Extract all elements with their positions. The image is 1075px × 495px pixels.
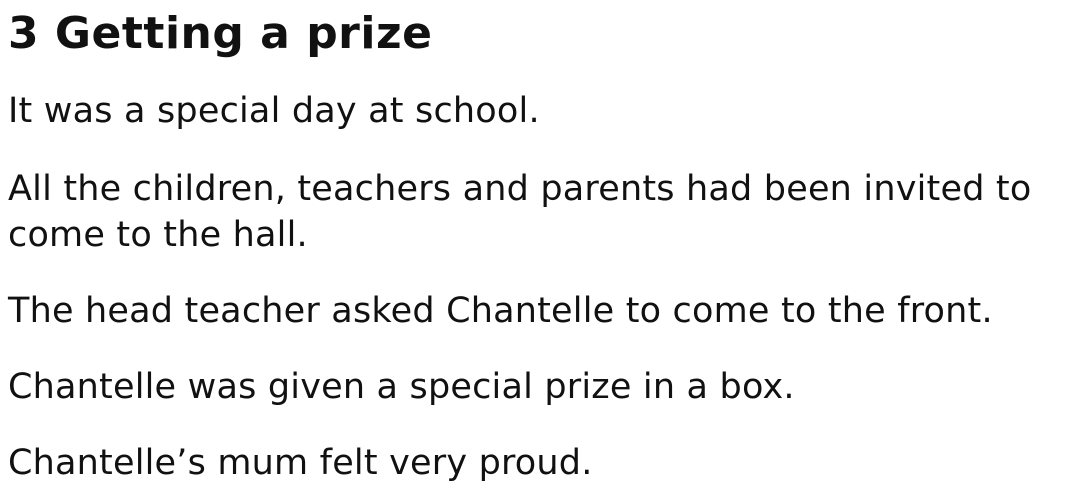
story-paragraph: It was a special day at school. — [8, 91, 540, 131]
story-paragraph: All the children, teachers and parents h… — [8, 169, 1032, 255]
story-paragraph: Chantelle’s mum felt very proud. — [8, 443, 593, 483]
story-title: 3 Getting a prize — [8, 8, 433, 59]
story-paragraph: The head teacher asked Chantelle to come… — [8, 291, 993, 331]
story-paragraph: Chantelle was given a special prize in a… — [8, 367, 795, 407]
